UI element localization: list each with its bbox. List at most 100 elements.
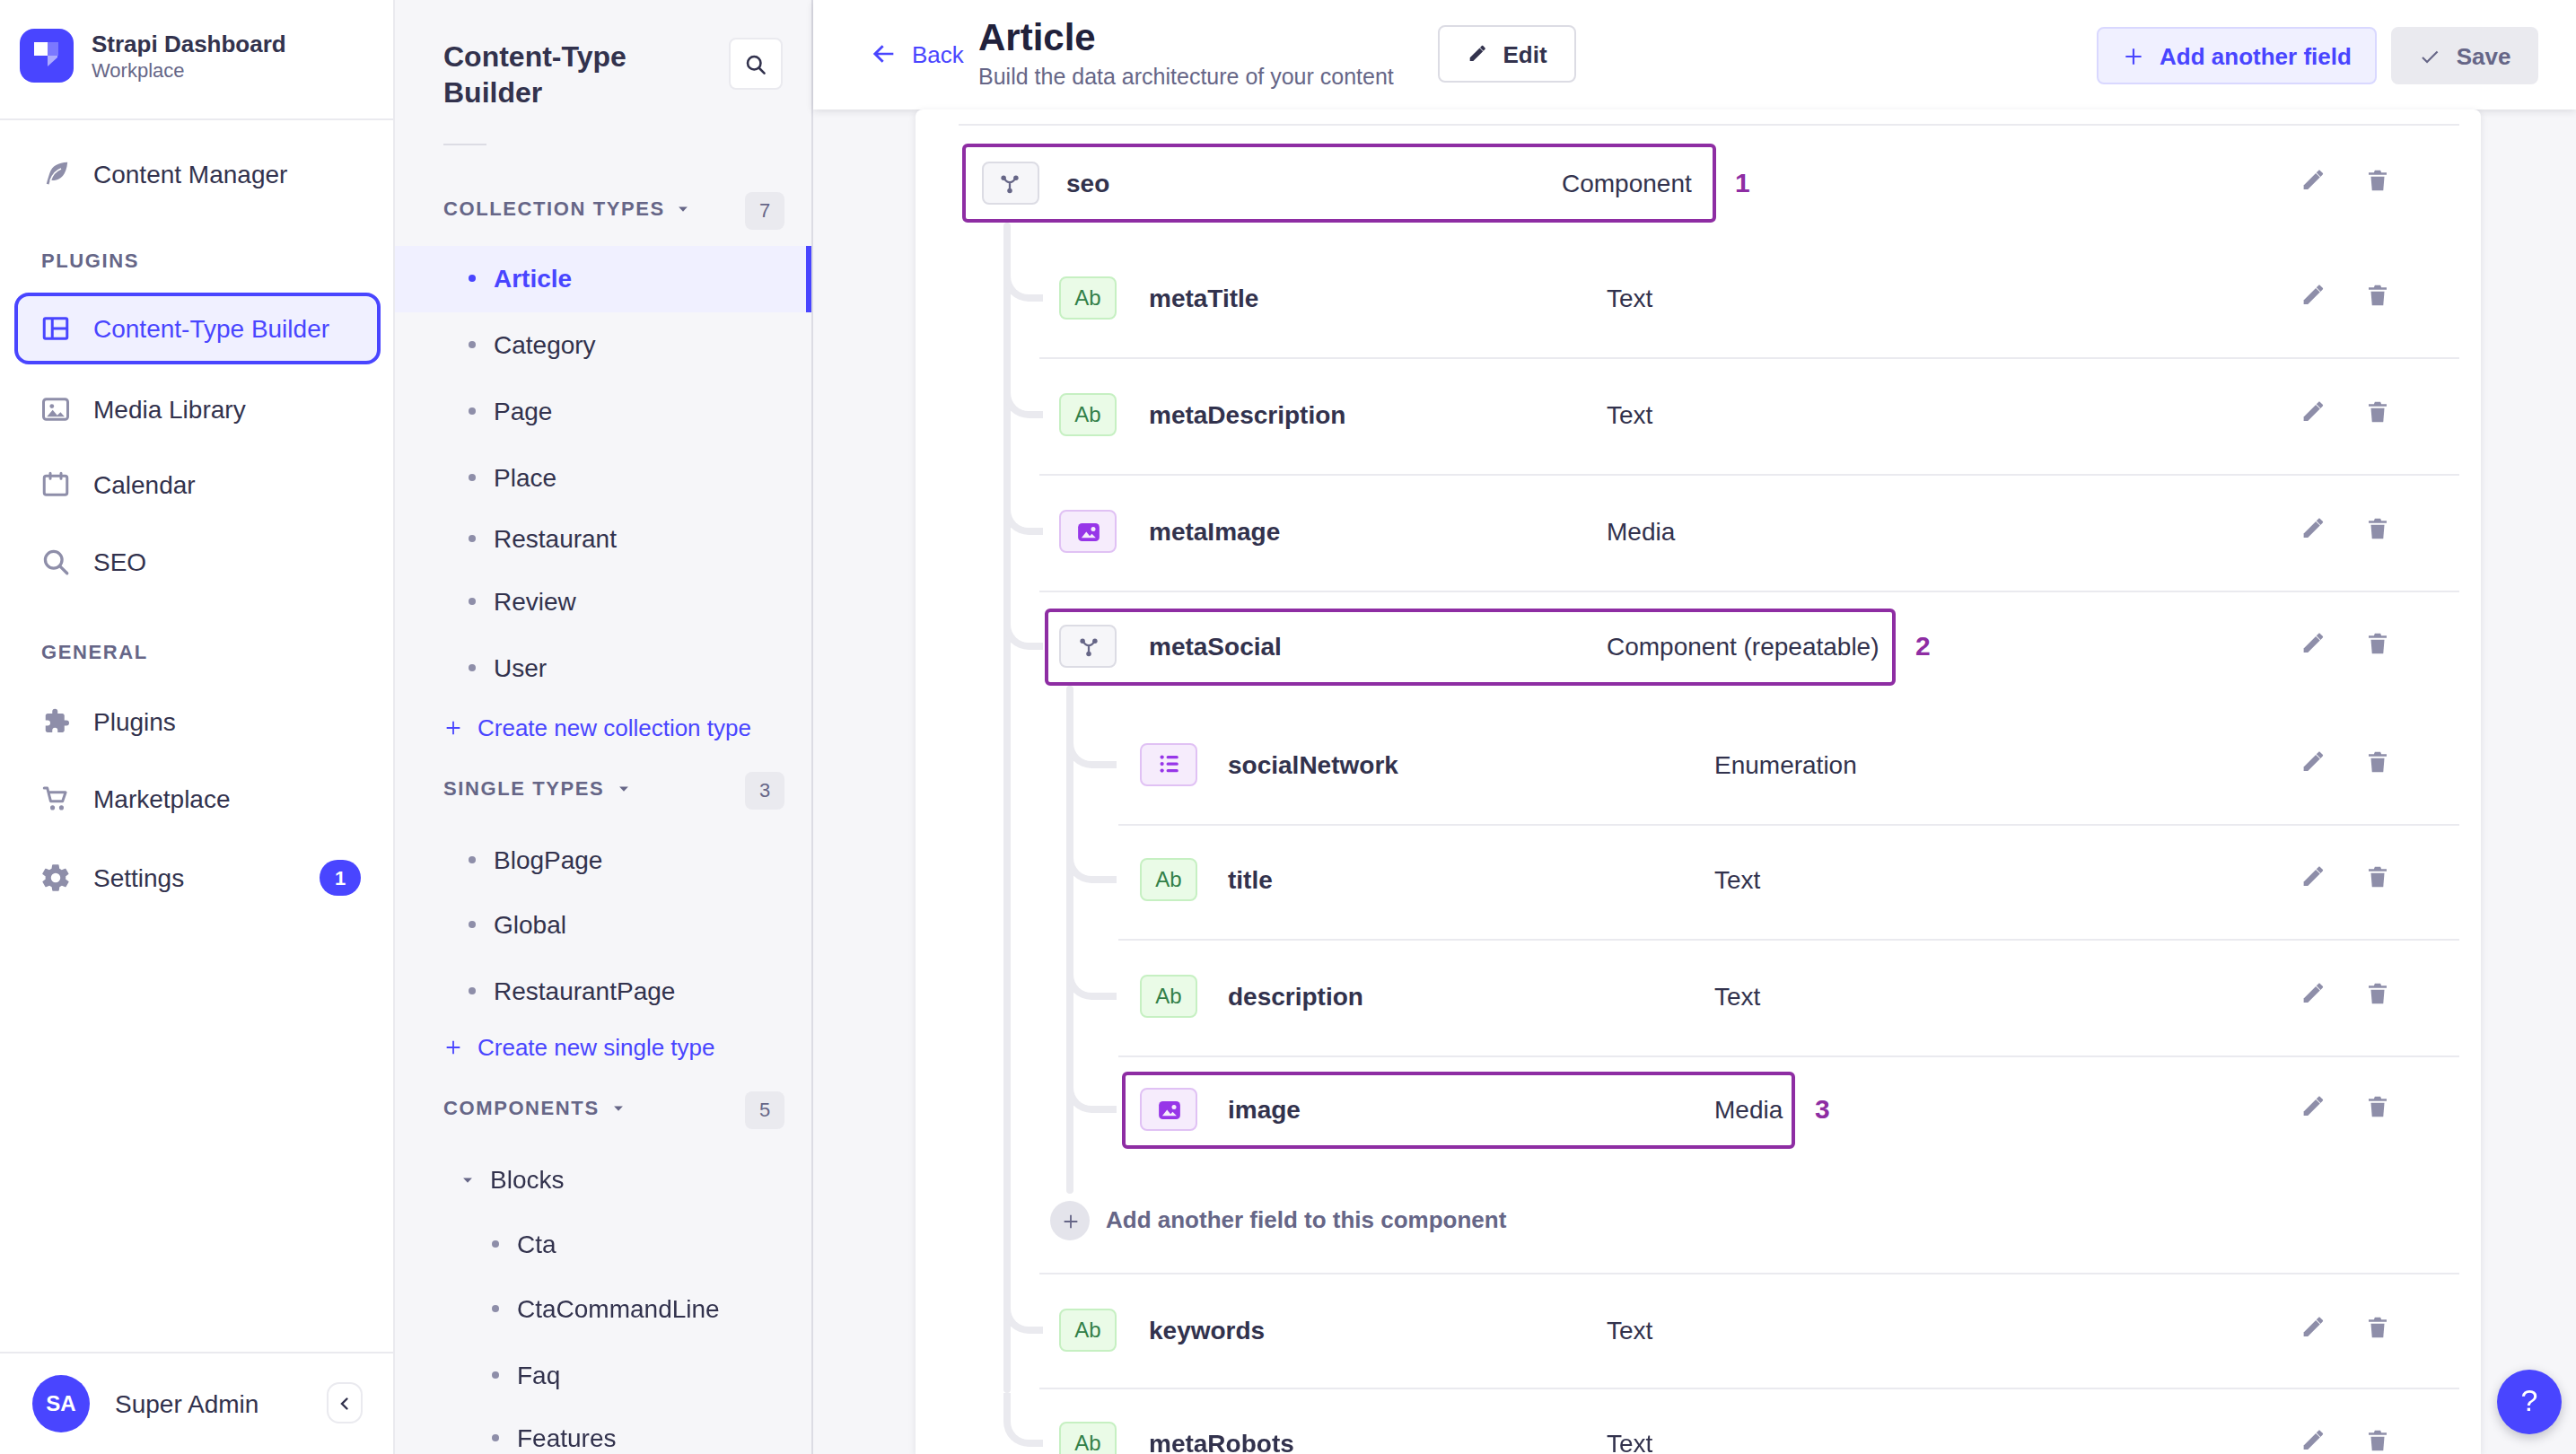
delete-field-button[interactable] [2364, 1093, 2396, 1126]
active-indicator [806, 245, 811, 311]
sidebar-item-content-type-builder[interactable]: Content-Type Builder [14, 293, 381, 364]
subnav-item-restaurant[interactable]: Restaurant [395, 505, 811, 572]
sidebar-item-content-manager[interactable]: Content Manager [14, 137, 381, 209]
row-separator [1038, 1388, 2459, 1389]
subnav-item-category[interactable]: Category [395, 311, 811, 377]
main-sidebar: Strapi Dashboard Workplace Content Manag… [0, 0, 395, 1454]
workspace-brand[interactable]: Strapi Dashboard Workplace [20, 29, 286, 83]
caret-down-icon [676, 200, 692, 216]
bullet-icon [469, 535, 476, 542]
settings-badge: 1 [320, 860, 361, 896]
tree-branch [1066, 946, 1117, 1000]
add-field-to-component-button[interactable] [1050, 1201, 1090, 1240]
main-area: Back Article Build the data architecture… [813, 0, 2576, 1454]
delete-field-button[interactable] [2364, 281, 2396, 313]
row-separator [1038, 590, 2459, 591]
subnav-item-cta[interactable]: Cta [395, 1211, 811, 1277]
subnav-link-create-new-single-type[interactable]: Create new single type [443, 1034, 715, 1061]
field-name: metaImage [1149, 517, 1280, 546]
subnav-divider [443, 144, 486, 145]
field-type: Text [1607, 400, 1652, 429]
edit-button[interactable]: Edit [1438, 25, 1576, 83]
edit-field-button[interactable] [2300, 515, 2332, 547]
edit-field-button[interactable] [2300, 1093, 2332, 1126]
trash-icon [2364, 980, 2391, 1007]
subnav-item-user[interactable]: User [395, 634, 811, 700]
row-separator [1038, 356, 2459, 358]
bullet-icon [492, 1305, 499, 1312]
subnav-item-page[interactable]: Page [395, 377, 811, 443]
delete-field-button[interactable] [2364, 515, 2396, 547]
subnav-item-review[interactable]: Review [395, 568, 811, 635]
subnav-link-create-new-collection-type[interactable]: Create new collection type [443, 714, 751, 740]
search-button[interactable] [729, 38, 783, 90]
edit-field-button[interactable] [2300, 167, 2332, 199]
bullet-icon [469, 340, 476, 347]
delete-field-button[interactable] [2364, 863, 2396, 896]
user-row: SA Super Admin [0, 1353, 395, 1454]
strapi-app: Strapi Dashboard Workplace Content Manag… [0, 0, 2576, 1454]
edit-field-button[interactable] [2300, 1314, 2332, 1346]
subnav-item-global[interactable]: Global [395, 891, 811, 958]
sidebar-item-calendar[interactable]: Calendar [14, 448, 381, 520]
field-name: socialNetwork [1228, 749, 1398, 778]
delete-field-button[interactable] [2364, 980, 2396, 1012]
subnav-item-faq[interactable]: Faq [395, 1341, 811, 1407]
pencil-icon [2300, 1093, 2326, 1120]
delete-field-button[interactable] [2364, 399, 2396, 431]
subnav-item-blogpage[interactable]: BlogPage [395, 827, 811, 893]
delete-field-button[interactable] [2364, 1426, 2396, 1454]
bullet-icon [469, 275, 476, 282]
general-section-label: GENERAL [41, 641, 148, 662]
delete-field-button[interactable] [2364, 167, 2396, 199]
row-separator [1118, 939, 2459, 941]
annotation-box-2 [1044, 608, 1896, 685]
delete-field-button[interactable] [2364, 630, 2396, 662]
edit-field-button[interactable] [2300, 399, 2332, 431]
fields-table-card: seoComponent1AbmetaTitleTextAbmetaDescri… [916, 109, 2481, 1454]
back-link[interactable]: Back [869, 39, 964, 68]
subnav-section-single-types[interactable]: SINGLE TYPES [443, 777, 631, 799]
bullet-icon [469, 473, 476, 480]
sidebar-item-seo[interactable]: SEO [14, 527, 381, 599]
page-title: Article [978, 16, 1096, 59]
avatar[interactable]: SA [32, 1375, 90, 1432]
field-name: metaTitle [1149, 283, 1258, 311]
help-button[interactable]: ? [2497, 1370, 2562, 1434]
plus-icon [443, 717, 463, 737]
caret-down-icon [610, 1099, 626, 1116]
subnav-badge-collection-types: 7 [745, 191, 784, 229]
edit-field-button[interactable] [2300, 863, 2332, 896]
add-field-to-component-label[interactable]: Add another field to this component [1106, 1206, 1506, 1233]
ctb-subnav: Content-Type Builder COLLECTION TYPES7Ar… [395, 0, 813, 1454]
subnav-group-blocks[interactable]: Blocks [460, 1165, 564, 1194]
sidebar-item-media-library[interactable]: Media Library [14, 372, 381, 444]
subnav-section-components[interactable]: COMPONENTS [443, 1097, 626, 1118]
tree-line [1066, 685, 1073, 1194]
subnav-item-place[interactable]: Place [395, 443, 811, 510]
plus-icon [1060, 1211, 1080, 1231]
tree-branch [1003, 247, 1042, 301]
collapse-sidebar-button[interactable] [327, 1382, 363, 1423]
edit-field-button[interactable] [2300, 748, 2332, 780]
add-another-field-button[interactable]: Add another field [2097, 27, 2377, 84]
row-separator [1118, 823, 2459, 825]
edit-field-button[interactable] [2300, 980, 2332, 1012]
subnav-item-article[interactable]: Article [395, 245, 811, 311]
edit-field-button[interactable] [2300, 1426, 2332, 1454]
plus-icon [2122, 44, 2145, 67]
subnav-item-restaurantpage[interactable]: RestaurantPage [395, 958, 811, 1024]
subnav-section-collection-types[interactable]: COLLECTION TYPES [443, 197, 692, 219]
edit-field-button[interactable] [2300, 281, 2332, 313]
delete-field-button[interactable] [2364, 1314, 2396, 1346]
delete-field-button[interactable] [2364, 748, 2396, 780]
edit-field-button[interactable] [2300, 630, 2332, 662]
settings-gear-icon [39, 862, 72, 894]
sidebar-item-plugins[interactable]: Plugins [14, 685, 381, 757]
tree-branch [1066, 829, 1117, 883]
save-button[interactable]: Save [2391, 27, 2538, 84]
bullet-icon [469, 987, 476, 994]
sidebar-item-marketplace[interactable]: Marketplace [14, 764, 381, 836]
subnav-item-features[interactable]: Features [395, 1405, 811, 1454]
subnav-item-ctacommandline[interactable]: CtaCommandLine [395, 1275, 811, 1342]
